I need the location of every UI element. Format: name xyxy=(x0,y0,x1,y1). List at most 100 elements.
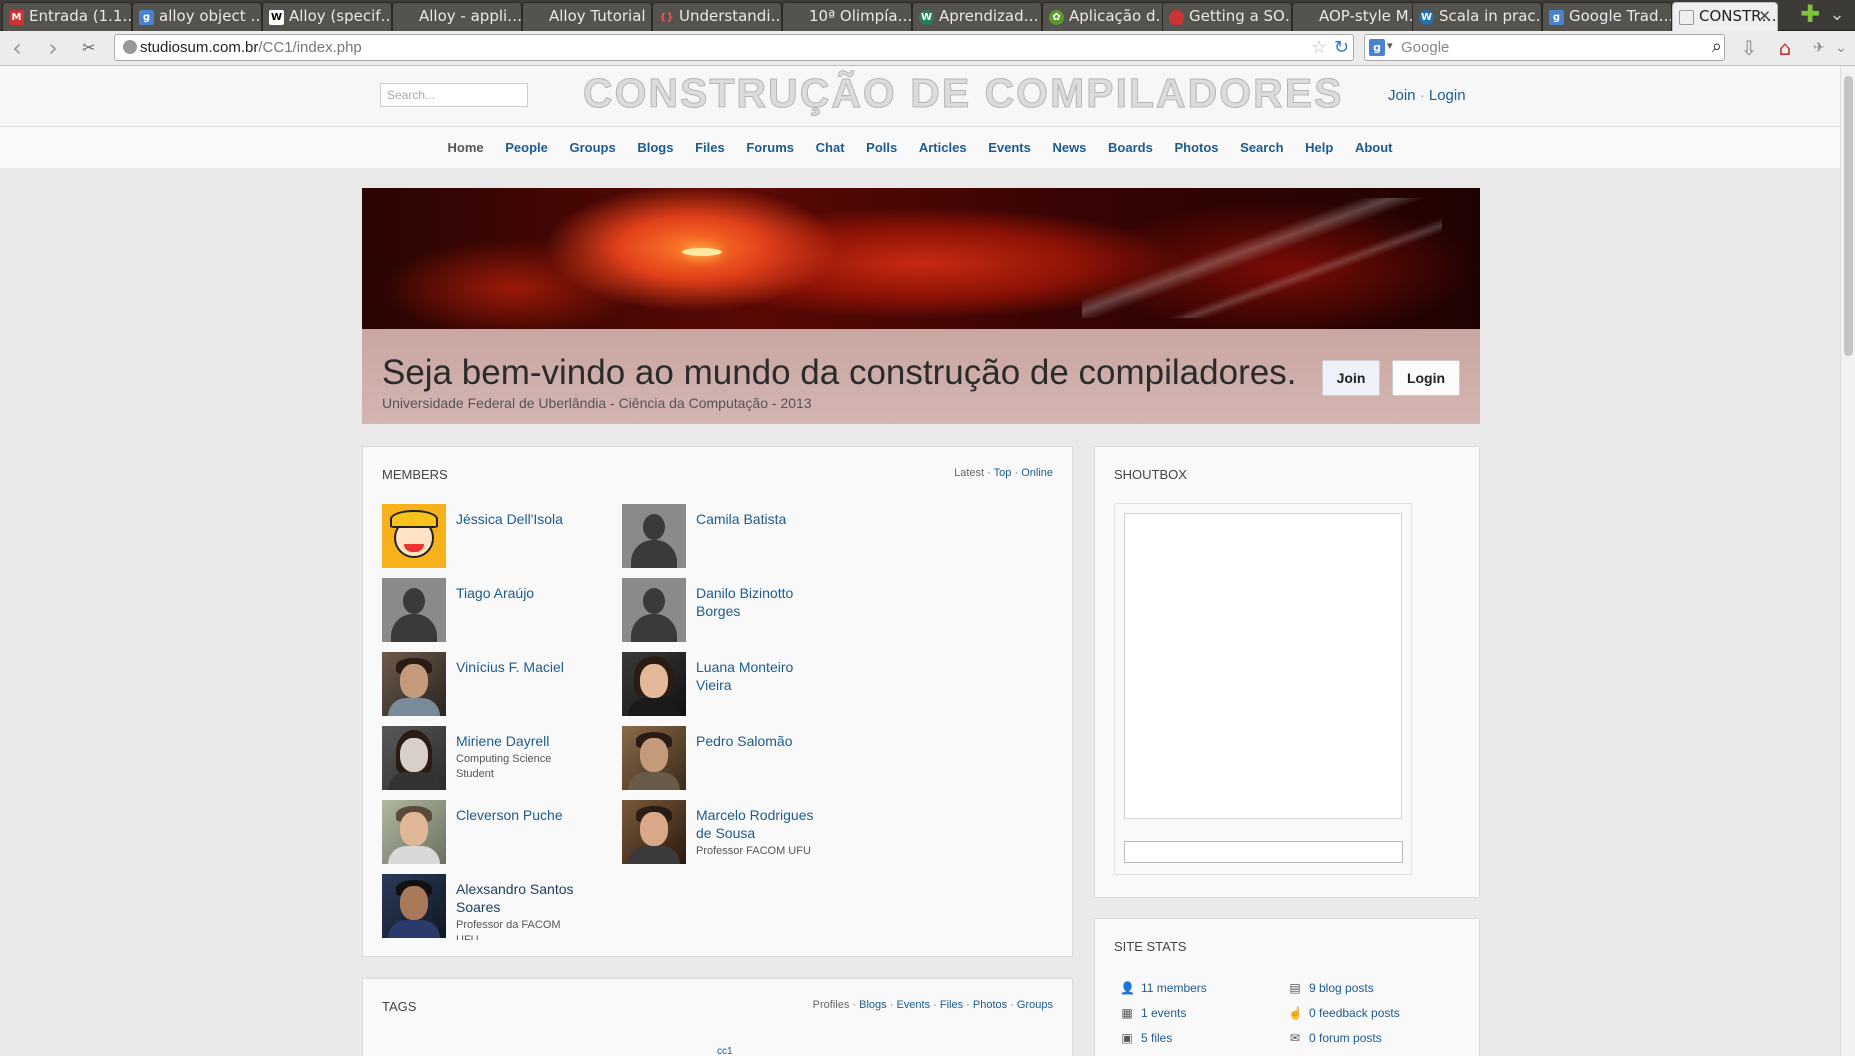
nav-files[interactable]: Files xyxy=(695,140,725,155)
browser-tab-4[interactable]: Alloy - appli… xyxy=(392,2,522,31)
reload-icon[interactable]: ↻ xyxy=(1334,37,1349,58)
member-card[interactable]: Camila Batista xyxy=(622,504,852,574)
avatar[interactable] xyxy=(622,504,686,568)
browser-tab-13[interactable]: g Google Trad… xyxy=(1542,2,1672,31)
browser-tab-7[interactable]: 10ª Olimpía… xyxy=(782,2,912,31)
avatar[interactable] xyxy=(382,800,446,864)
stat-forum-posts[interactable]: ✉ 0 forum posts xyxy=(1288,1031,1382,1045)
filter-top[interactable]: Top xyxy=(994,467,1012,479)
browser-tab-6[interactable]: {} Understandi… xyxy=(652,2,782,31)
browser-tab-5[interactable]: Alloy Tutorial xyxy=(522,2,652,31)
member-name[interactable]: Vinícius F. Maciel xyxy=(456,658,584,676)
download-icon[interactable]: ⇩ xyxy=(1736,36,1762,62)
member-name[interactable]: Jéssica Dell'Isola xyxy=(456,510,584,528)
site-search-input[interactable]: Search... xyxy=(380,83,528,107)
address-bar[interactable]: studiosum.com.br/CC1/index.php ☆ ↻ xyxy=(114,34,1354,61)
extension-icon[interactable]: ✈ xyxy=(1806,36,1832,62)
browser-tab-9[interactable]: ✿ Aplicação d… xyxy=(1042,2,1172,31)
tag-filter-profiles[interactable]: Profiles xyxy=(813,999,850,1011)
header-login-link[interactable]: Login xyxy=(1429,87,1466,104)
member-card[interactable]: Vinícius F. Maciel xyxy=(382,652,612,722)
chevron-down-icon[interactable]: ▾ xyxy=(1387,39,1393,52)
nav-polls[interactable]: Polls xyxy=(866,140,897,155)
banner-login-button[interactable]: Login xyxy=(1392,360,1460,396)
avatar[interactable] xyxy=(382,726,446,790)
member-card[interactable]: Danilo Bizinotto Borges xyxy=(622,578,852,648)
member-card[interactable]: Cleverson Puche xyxy=(382,800,612,870)
stat-feedback-posts[interactable]: ☝ 0 feedback posts xyxy=(1288,1006,1400,1020)
new-tab-button[interactable]: ✚ xyxy=(1798,2,1822,27)
nav-events[interactable]: Events xyxy=(988,140,1031,155)
nav-blogs[interactable]: Blogs xyxy=(637,140,673,155)
filter-latest[interactable]: Latest xyxy=(954,467,984,479)
stat-events[interactable]: ▦ 1 events xyxy=(1120,1006,1186,1020)
browser-tab-11[interactable]: AOP-style M… xyxy=(1292,2,1422,31)
member-card[interactable]: Jéssica Dell'Isola xyxy=(382,504,612,574)
browser-tab-2[interactable]: g alloy object … xyxy=(132,2,262,31)
filter-online[interactable]: Online xyxy=(1021,467,1053,479)
avatar[interactable] xyxy=(382,578,446,642)
menu-icon[interactable]: ⌄ xyxy=(1830,36,1852,62)
browser-tab-3[interactable]: W Alloy (specif… xyxy=(262,2,392,31)
member-name[interactable]: Alexsandro Santos Soares xyxy=(456,881,574,915)
avatar[interactable] xyxy=(622,800,686,864)
member-name[interactable]: Danilo Bizinotto Borges xyxy=(696,584,824,620)
member-name[interactable]: Camila Batista xyxy=(696,510,824,528)
nav-home[interactable]: Home xyxy=(447,140,483,155)
browser-search-box[interactable]: g ▾ Google ⌕ xyxy=(1364,34,1725,61)
tag-link[interactable]: cc1 xyxy=(717,1046,733,1056)
member-card[interactable]: Tiago Araújo xyxy=(382,578,612,648)
nav-help[interactable]: Help xyxy=(1305,140,1333,155)
google-icon[interactable]: g xyxy=(1369,39,1385,56)
avatar[interactable] xyxy=(382,504,446,568)
member-name[interactable]: Cleverson Puche xyxy=(456,806,584,824)
member-card[interactable]: Marcelo Rodrigues de Sousa Professor FACO… xyxy=(622,800,852,870)
nav-photos[interactable]: Photos xyxy=(1174,140,1218,155)
window-menu-icon[interactable]: ⌄ xyxy=(1826,4,1848,26)
nav-groups[interactable]: Groups xyxy=(569,140,615,155)
nav-news[interactable]: News xyxy=(1052,140,1086,155)
site-title[interactable]: CONSTRUÇÃO DE COMPILADORES xyxy=(582,70,1343,117)
tag-filter-events[interactable]: Events xyxy=(896,999,930,1011)
browser-tab-10[interactable]: Getting a SO… xyxy=(1162,2,1292,31)
nav-chat[interactable]: Chat xyxy=(816,140,845,155)
banner-join-button[interactable]: Join xyxy=(1322,360,1380,396)
nav-forums[interactable]: Forums xyxy=(746,140,794,155)
page-scrollbar[interactable] xyxy=(1840,66,1855,1056)
member-name[interactable]: Miriene Dayrell xyxy=(456,733,549,749)
forward-button[interactable]: › xyxy=(40,36,66,62)
bookmark-star-icon[interactable]: ☆ xyxy=(1311,37,1327,58)
browser-tab-12[interactable]: W Scala in prac… xyxy=(1412,2,1542,31)
member-card[interactable]: Miriene Dayrell Computing Science Student xyxy=(382,726,612,796)
close-tab-icon[interactable]: ✕ xyxy=(1758,3,1771,30)
member-name[interactable]: Marcelo Rodrigues de Sousa xyxy=(696,807,814,841)
avatar[interactable] xyxy=(622,578,686,642)
nav-people[interactable]: People xyxy=(505,140,548,155)
avatar[interactable] xyxy=(382,652,446,716)
search-icon[interactable]: ⌕ xyxy=(1712,36,1722,57)
avatar[interactable] xyxy=(382,874,446,938)
back-button[interactable]: ‹ xyxy=(4,36,30,62)
member-name[interactable]: Pedro Salomão xyxy=(696,732,824,750)
stat-blog-posts[interactable]: ▤ 9 blog posts xyxy=(1288,981,1373,995)
nav-articles[interactable]: Articles xyxy=(919,140,967,155)
tag-filter-groups[interactable]: Groups xyxy=(1017,999,1053,1011)
stat-files[interactable]: ▣ 5 files xyxy=(1120,1031,1172,1045)
tag-filter-blogs[interactable]: Blogs xyxy=(859,999,887,1011)
site-identity-icon[interactable] xyxy=(123,40,137,54)
browser-tab-active[interactable]: CONSTR… ✕ xyxy=(1672,2,1778,31)
nav-search[interactable]: Search xyxy=(1240,140,1283,155)
nav-about[interactable]: About xyxy=(1355,140,1393,155)
shoutbox-input[interactable] xyxy=(1124,841,1403,863)
stat-members[interactable]: 👤 11 members xyxy=(1120,981,1207,995)
tag-filter-photos[interactable]: Photos xyxy=(973,999,1007,1011)
shoutbox-messages[interactable] xyxy=(1124,513,1402,819)
member-card[interactable]: Pedro Salomão xyxy=(622,726,852,796)
member-name[interactable]: Tiago Araújo xyxy=(456,584,584,602)
home-icon[interactable]: ⌂ xyxy=(1772,36,1798,62)
nav-boards[interactable]: Boards xyxy=(1108,140,1153,155)
member-card[interactable]: Alexsandro Santos Soares Professor da FAC… xyxy=(382,874,612,944)
tag-filter-files[interactable]: Files xyxy=(940,999,963,1011)
avatar[interactable] xyxy=(622,726,686,790)
scrollbar-thumb[interactable] xyxy=(1844,76,1853,356)
